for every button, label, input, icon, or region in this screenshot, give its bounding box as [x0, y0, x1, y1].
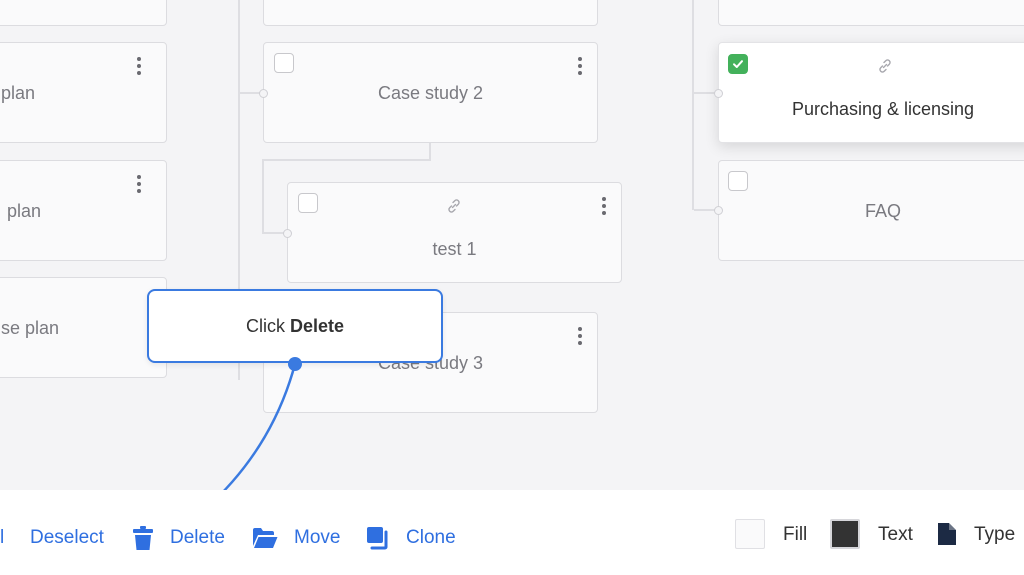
fill-swatch[interactable] — [735, 519, 765, 549]
text-color-swatch[interactable] — [830, 519, 860, 549]
clone-button[interactable]: Clone — [366, 524, 456, 552]
type-label[interactable]: Type — [974, 524, 1015, 546]
fill-label[interactable]: Fill — [783, 524, 807, 546]
text-label[interactable]: Text — [878, 524, 913, 546]
select-all-button-partial[interactable]: l — [0, 524, 4, 552]
trash-icon — [133, 526, 153, 550]
file-icon[interactable] — [937, 522, 957, 546]
delete-label: Delete — [170, 527, 225, 548]
folder-open-icon — [253, 528, 278, 548]
tooltip-arrow — [196, 357, 302, 516]
clone-icon — [367, 527, 388, 550]
deselect-button[interactable]: Deselect — [30, 524, 104, 552]
clone-label: Clone — [406, 527, 456, 548]
move-label: Move — [294, 527, 341, 548]
move-button[interactable]: Move — [252, 524, 340, 552]
deselect-label: Deselect — [30, 527, 104, 548]
partial-label: l — [0, 527, 5, 548]
delete-button[interactable]: Delete — [132, 524, 225, 552]
